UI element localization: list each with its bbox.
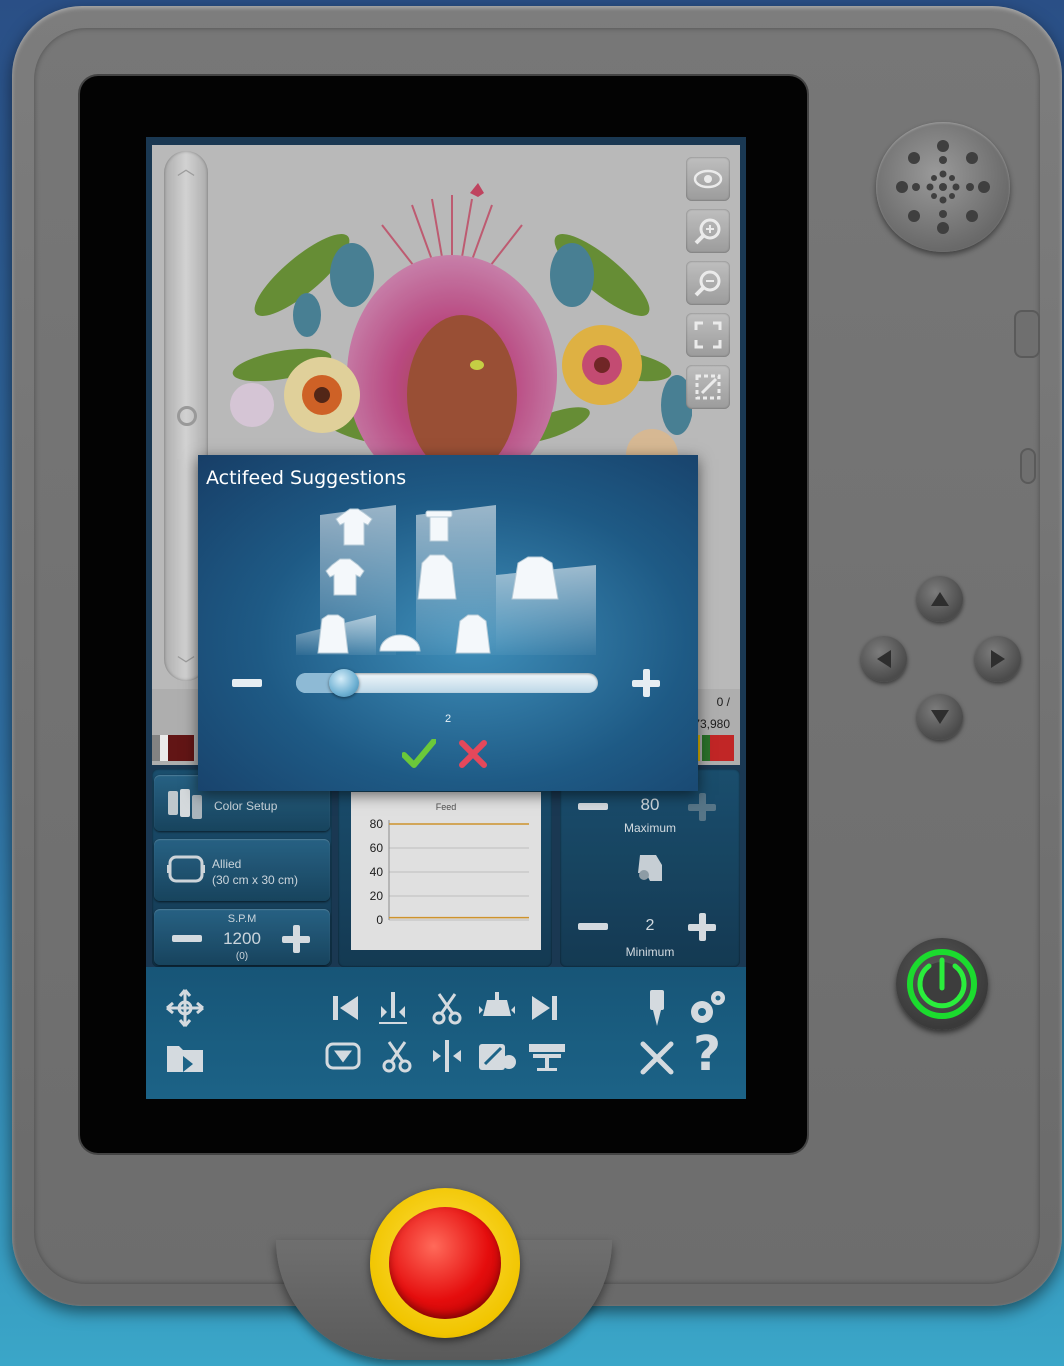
check-icon[interactable] [401, 738, 437, 774]
emergency-stop-button[interactable] [389, 1207, 501, 1319]
dpad-down-button[interactable] [917, 694, 963, 740]
towel-body [429, 516, 449, 542]
arrow-left-icon [877, 650, 891, 668]
slider-value: 2 [444, 713, 452, 725]
dpad-right-button[interactable] [975, 636, 1021, 682]
dpad-left-button[interactable] [861, 636, 907, 682]
jacket-icon [511, 556, 559, 600]
dpad-up-button[interactable] [917, 576, 963, 622]
coat-icon [455, 614, 491, 654]
arrow-up-icon [931, 592, 949, 606]
indicator-slot [1020, 448, 1036, 484]
slider-knob[interactable] [328, 669, 359, 697]
dress-shirt-icon [317, 614, 349, 654]
towel-icon [425, 510, 453, 518]
feed-plus-button[interactable] [632, 669, 660, 697]
touch-screen: ︿ ﹀ 0 / 73,980 Color Setup Allied (30 cm… [146, 137, 746, 1099]
power-button[interactable] [896, 938, 988, 1030]
emergency-stop-ring [370, 1188, 520, 1338]
usb-slot [1014, 310, 1040, 358]
actifeed-suggestions-dialog: Actifeed Suggestions 2 [198, 455, 698, 791]
power-icon [907, 949, 977, 1019]
feed-minus-button[interactable] [232, 679, 262, 687]
arrow-down-icon [931, 710, 949, 724]
hoodie-icon [417, 554, 457, 600]
garment-suggestion-chart [296, 505, 596, 655]
x-icon[interactable] [458, 739, 488, 774]
arrow-right-icon [991, 650, 1005, 668]
dialog-title: Actifeed Suggestions [206, 467, 407, 489]
speaker-grille [876, 122, 1010, 252]
actifeed-slider[interactable] [296, 669, 598, 697]
speaker-holes [896, 140, 990, 234]
